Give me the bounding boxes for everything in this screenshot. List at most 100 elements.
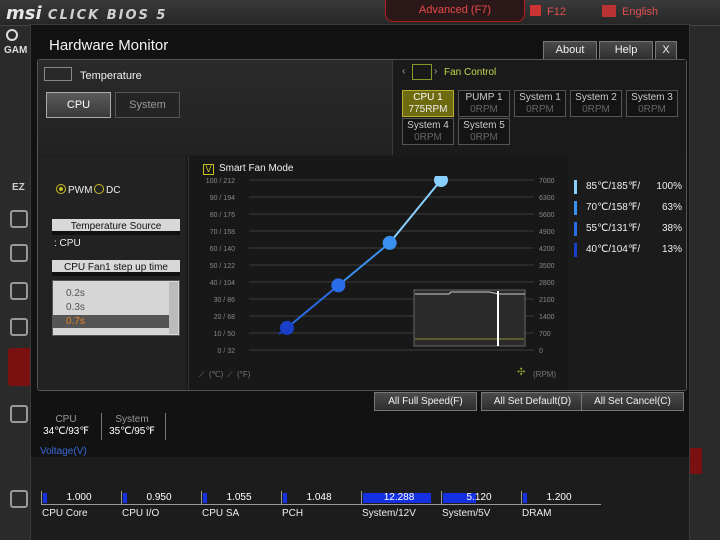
right-tick-label: 2800 [539, 280, 555, 287]
curve-segment [388, 179, 442, 244]
legend-percentage: 63% [661, 202, 682, 213]
step-up-option[interactable]: 0.7s [53, 315, 170, 328]
voltage-gauge: 0.950 [121, 491, 201, 505]
divider [165, 413, 166, 440]
legend-color-swatch [574, 201, 577, 215]
right-tick-label: 5600 [539, 212, 555, 219]
screenshot-f12-button[interactable]: F12 [530, 5, 566, 18]
fan-button-system-1[interactable]: System 1 0RPM [514, 90, 566, 117]
hardware-monitor-dialog: Hardware Monitor About Help X Temperatur… [30, 24, 690, 540]
game-boost-label[interactable]: GAM [4, 45, 27, 56]
voltage-rail-name: CPU I/O [122, 508, 160, 519]
hardware-monitor-icon[interactable] [8, 348, 32, 386]
language-button[interactable]: English [602, 5, 658, 18]
voltage-value: 1.055 [226, 492, 252, 503]
left-tick-label: 100 / 212 [206, 178, 235, 185]
curve-point[interactable] [382, 235, 397, 250]
right-tick-label: 7000 [539, 178, 555, 185]
fan-rpm: 775RPM [408, 104, 448, 115]
dialog-title: Hardware Monitor [49, 37, 169, 54]
advanced-mode-tab[interactable]: Advanced (F7) [385, 0, 525, 22]
curve-point[interactable] [280, 320, 294, 335]
fan-button-system-4[interactable]: System 4 0RPM [402, 118, 454, 145]
board-explorer-icon[interactable] [10, 405, 28, 423]
voltage-value: 1.048 [306, 492, 332, 503]
fan-button-system-3[interactable]: System 3 0RPM [626, 90, 678, 117]
temperature-source-header: Temperature Source [52, 219, 180, 235]
radio-selected-icon [56, 184, 66, 194]
voltage-value: 0.950 [146, 492, 172, 503]
clock-icon [6, 29, 18, 41]
step-up-time-list[interactable]: 0.2s 0.3s 0.7s [52, 280, 180, 336]
storage-icon[interactable] [10, 282, 28, 300]
legend-temperature: 40℃/104℉/ [586, 244, 641, 255]
fan-name: System 2 [575, 92, 617, 103]
right-tick-label: 2100 [539, 297, 555, 304]
help-button[interactable]: Help [599, 41, 653, 60]
fan-rpm: 0RPM [470, 132, 498, 143]
voltage-gauge: 1.048 [281, 491, 361, 505]
bios-top-bar: msi CLICK BIOS 5 Advanced (F7) F12 Engli… [0, 0, 720, 26]
left-tick-label: 10 / 50 [214, 331, 236, 338]
fan-history-box [413, 289, 526, 347]
radio-unselected-icon [94, 184, 104, 194]
about-button[interactable]: About [543, 41, 597, 60]
smart-fan-mode-checkbox[interactable]: V Smart Fan Mode [203, 163, 293, 175]
legend-percentage: 13% [661, 244, 682, 255]
fan-rpm-icon: ✣ [517, 367, 526, 378]
fan-name: System 1 [519, 92, 561, 103]
memory-icon[interactable] [10, 244, 28, 262]
monitor-panel: Temperature CPU System ‹ › Fan Control C… [37, 59, 687, 391]
right-tick-label: 700 [539, 331, 551, 338]
bios-screen: msi CLICK BIOS 5 Advanced (F7) F12 Engli… [0, 0, 720, 540]
fan-settings-column: PWM DC Temperature Source : CPU CPU Fan1… [38, 156, 186, 390]
fan-rpm: 0RPM [582, 104, 610, 115]
left-tick-label: 30 / 86 [214, 297, 236, 304]
tab-cpu-temperature[interactable]: CPU [46, 92, 111, 118]
voltage-strip: 1.000 CPU Core 0.950 CPU I/O 1.055 CPU SA 1.04… [31, 457, 689, 540]
fan-rpm: 0RPM [526, 104, 554, 115]
m-flash-icon[interactable] [10, 490, 28, 508]
left-tick-label: 60 / 140 [210, 246, 235, 253]
legend-temperature: 55℃/131℉/ [586, 223, 641, 234]
pwm-radio[interactable]: PWM [56, 184, 92, 196]
all-full-speed-button[interactable]: All Full Speed(F) [374, 392, 477, 411]
legend-color-swatch [574, 222, 577, 236]
legend-percentage: 100% [656, 181, 682, 192]
fan-control-icon [412, 64, 432, 80]
right-tick-label: 3500 [539, 263, 555, 270]
left-tick-label: 0 / 32 [217, 348, 235, 355]
fan-button-system-2[interactable]: System 2 0RPM [570, 90, 622, 117]
voltage-rail-name: System/5V [442, 508, 491, 519]
fan-button-system-5[interactable]: System 5 0RPM [458, 118, 510, 145]
fan-next-arrow-icon[interactable]: › [434, 66, 437, 77]
checkbox-check-icon: V [203, 164, 214, 175]
thermometer-c-icon: ⟋ [199, 370, 205, 379]
all-set-cancel-button[interactable]: All Set Cancel(C) [581, 392, 684, 411]
fan-name: System 5 [463, 120, 505, 131]
step-up-time-header: CPU Fan1 step up time [52, 260, 180, 276]
fan-button-pump-1[interactable]: PUMP 1 0RPM [458, 90, 510, 117]
ez-mode-label: EZ [12, 182, 25, 193]
left-tick-label: 80 / 176 [210, 212, 235, 219]
fan-info-icon[interactable] [10, 318, 28, 336]
temperature-monitor-icon [44, 67, 72, 81]
all-set-default-button[interactable]: All Set Default(D) [481, 392, 584, 411]
voltage-value: 12.288 [383, 492, 415, 503]
step-up-option[interactable]: 0.2s [53, 287, 170, 300]
fan-curve-legend: 85℃/185℉/ 100% 70℃/158℉/ 63% 55℃/131℉/ 38% 40℃… [572, 156, 686, 390]
unit-rpm-label: (RPM) [533, 370, 557, 379]
tab-system-temperature[interactable]: System [115, 92, 180, 118]
dc-radio[interactable]: DC [94, 184, 120, 196]
step-up-scrollbar[interactable] [169, 282, 178, 334]
temperature-source-value[interactable]: : CPU [54, 238, 81, 249]
fan-prev-arrow-icon[interactable]: ‹ [402, 66, 405, 77]
fan-rpm: 0RPM [470, 104, 498, 115]
fan-curve-graph[interactable]: 100 / 212 700090 / 194 630080 / 176 560070 … [189, 176, 569, 390]
fan-name: CPU 1 [413, 92, 443, 103]
fan-button-cpu-1[interactable]: CPU 1 775RPM [402, 90, 454, 117]
step-up-option[interactable]: 0.3s [53, 301, 170, 314]
cpu-icon[interactable] [10, 210, 28, 228]
curve-point[interactable] [331, 278, 346, 293]
close-button[interactable]: X [655, 41, 677, 60]
